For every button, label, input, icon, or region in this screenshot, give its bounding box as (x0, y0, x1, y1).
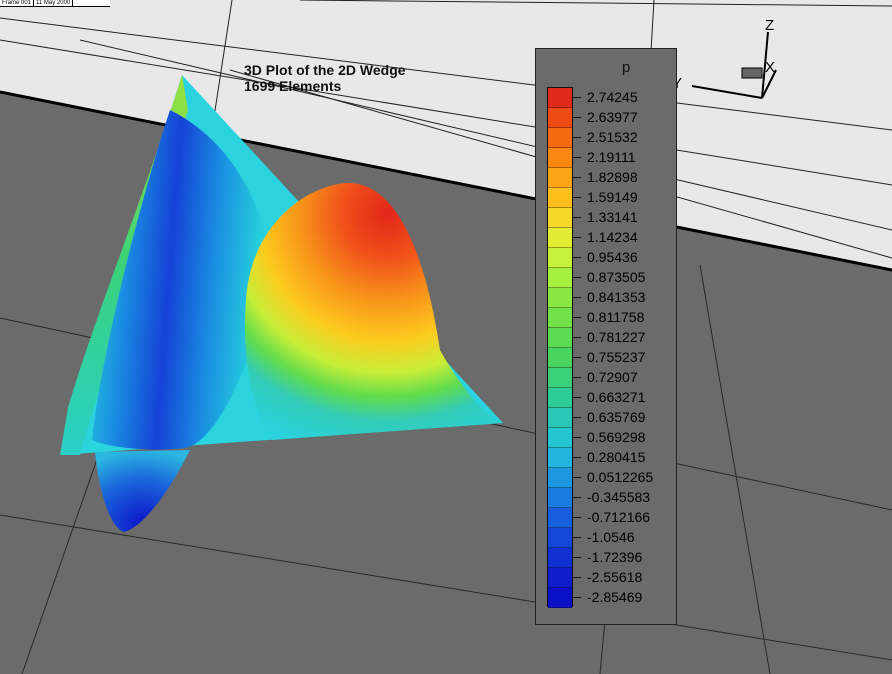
legend-level-label: 0.280415 (587, 449, 646, 465)
legend-swatch (548, 168, 572, 188)
legend-tick (573, 577, 581, 578)
legend-tick (573, 237, 581, 238)
legend-tick (573, 277, 581, 278)
legend-level-label: 2.63977 (587, 109, 638, 125)
legend-level-label: -2.85469 (587, 589, 643, 605)
legend-tick (573, 217, 581, 218)
legend-level-label: 0.755237 (587, 349, 646, 365)
legend-swatch (548, 328, 572, 348)
legend-tick (573, 497, 581, 498)
legend-tick (573, 597, 581, 598)
legend-level-label: -1.0546 (587, 529, 635, 545)
legend-level-label: 0.72907 (587, 369, 638, 385)
legend-level-label: 0.95436 (587, 249, 638, 265)
legend-swatch (548, 388, 572, 408)
legend-swatch (548, 408, 572, 428)
legend-swatch (548, 148, 572, 168)
legend-level-label: 2.74245 (587, 89, 638, 105)
surface-hill (245, 182, 503, 440)
legend-swatch (548, 248, 572, 268)
legend-tick (573, 97, 581, 98)
frame-header-cell-1: 11 May 2000 (34, 0, 74, 6)
frame-header-cell-0: Frame 001 (0, 0, 35, 6)
legend-level-label: 0.635769 (587, 409, 646, 425)
legend-tick (573, 317, 581, 318)
legend-level-label: 2.51532 (587, 129, 638, 145)
legend-tick (573, 417, 581, 418)
legend-swatch (548, 368, 572, 388)
legend-swatch (548, 568, 572, 588)
legend-level-label: 1.59149 (587, 189, 638, 205)
legend-swatch (548, 548, 572, 568)
legend-level-label: 0.569298 (587, 429, 646, 445)
legend-level-label: 0.841353 (587, 289, 646, 305)
legend-swatch (548, 88, 572, 108)
legend-tick (573, 457, 581, 458)
surface-trough (95, 450, 190, 532)
legend-swatch (548, 128, 572, 148)
axis-label-z: Z (765, 17, 774, 34)
legend-tick (573, 117, 581, 118)
legend-tick (573, 297, 581, 298)
legend-swatch (548, 428, 572, 448)
legend-level-label: 0.0512265 (587, 469, 654, 485)
legend-level-label: -1.72396 (587, 549, 643, 565)
legend-swatch (548, 268, 572, 288)
legend-level-label: 0.663271 (587, 389, 646, 405)
legend-level-label: 0.811758 (587, 309, 645, 325)
legend-tick (573, 397, 581, 398)
legend-swatch (548, 308, 572, 328)
legend-tick (573, 357, 581, 358)
contour-legend: p 2.74245 2.63977 2.51532 2.19111 1.82898 1.5… (535, 48, 677, 625)
plot-title-line1: 3D Plot of the 2D Wedge (244, 62, 406, 78)
legend-swatch (548, 528, 572, 548)
legend-level-label: -2.55618 (587, 569, 643, 585)
legend-tick (573, 477, 581, 478)
legend-level-label: 0.873505 (587, 269, 646, 285)
legend-level-label: 2.19111 (587, 149, 636, 165)
legend-swatch (548, 208, 572, 228)
legend-tick (573, 437, 581, 438)
legend-level-label: -0.712166 (587, 509, 651, 525)
legend-tick (573, 517, 581, 518)
legend-level-label: 1.82898 (587, 169, 638, 185)
legend-level-label: 1.14234 (587, 229, 638, 245)
legend-swatch (548, 588, 572, 608)
legend-tick (573, 177, 581, 178)
legend-tick (573, 157, 581, 158)
legend-tick (573, 257, 581, 258)
legend-tick (573, 337, 581, 338)
legend-swatch (548, 448, 572, 468)
legend-level-label: -0.345583 (587, 489, 651, 505)
legend-tick (573, 197, 581, 198)
legend-color-bar (547, 87, 573, 608)
legend-swatch (548, 348, 572, 368)
legend-swatch (548, 488, 572, 508)
legend-level-label: 0.781227 (587, 329, 646, 345)
legend-swatch (548, 288, 572, 308)
legend-tick (573, 377, 581, 378)
legend-tick (573, 537, 581, 538)
legend-swatch (548, 468, 572, 488)
legend-swatch (548, 188, 572, 208)
axis-label-x: X (765, 59, 775, 76)
plot-canvas: Z Y X (0, 0, 892, 674)
plot-title: 3D Plot of the 2D Wedge 1699 Elements (244, 62, 406, 94)
legend-tick (573, 557, 581, 558)
frame-header: Frame 001 11 May 2000 (0, 0, 110, 7)
legend-tick (573, 137, 581, 138)
legend-swatch (548, 228, 572, 248)
plot-title-line2: 1699 Elements (244, 78, 342, 94)
legend-variable-name: p (622, 59, 631, 76)
legend-swatch (548, 508, 572, 528)
legend-swatch (548, 108, 572, 128)
legend-level-label: 1.33141 (587, 209, 638, 225)
